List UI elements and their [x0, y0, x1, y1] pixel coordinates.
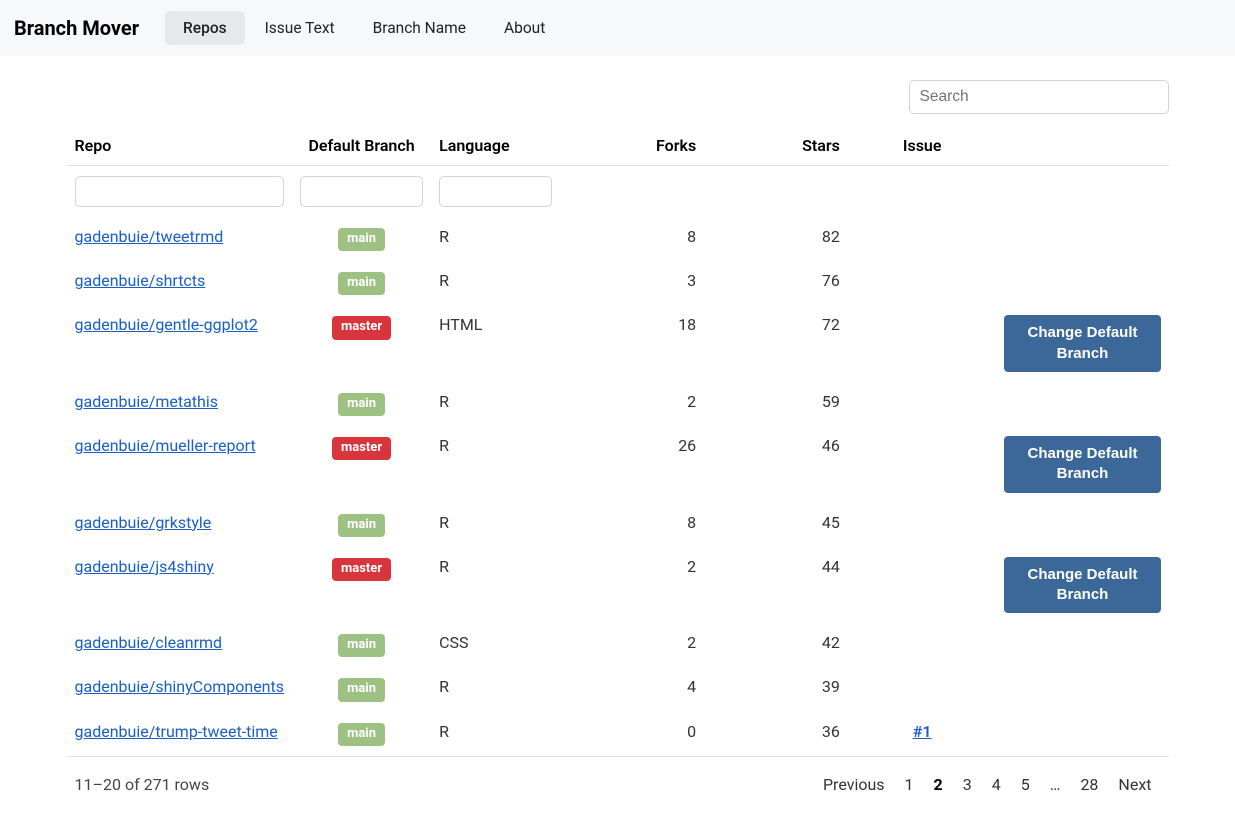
branch-badge: main [338, 634, 385, 657]
page-5[interactable]: 5 [1012, 771, 1039, 798]
repo-link[interactable]: gadenbuie/tweetrmd [75, 227, 224, 246]
change-default-branch-button[interactable]: Change Default Branch [1004, 436, 1160, 493]
stars-cell: 45 [704, 503, 848, 547]
issue-link[interactable]: #1 [913, 722, 932, 741]
table-row: gadenbuie/metathis main R259 [67, 382, 1169, 426]
table-row: gadenbuie/tweetrmd main R882 [67, 217, 1169, 261]
repo-link[interactable]: gadenbuie/shinyComponents [75, 677, 285, 696]
table-row: gadenbuie/shrtcts main R376 [67, 261, 1169, 305]
branch-badge: master [332, 558, 391, 581]
page-2[interactable]: 2 [925, 771, 952, 798]
header-default-branch[interactable]: Default Branch [292, 126, 431, 166]
repo-link[interactable]: gadenbuie/grkstyle [75, 513, 212, 532]
forks-cell: 2 [560, 382, 704, 426]
page-ellipsis: … [1041, 771, 1070, 798]
filter-row [67, 166, 1169, 218]
branch-badge: main [338, 272, 385, 295]
table-row: gadenbuie/mueller-report master R2646 Chang… [67, 426, 1169, 503]
language-cell: HTML [431, 305, 560, 382]
header-language[interactable]: Language [431, 126, 560, 166]
table-row: gadenbuie/cleanrmd main CSS242 [67, 623, 1169, 667]
stars-cell: 72 [704, 305, 848, 382]
language-cell: R [431, 667, 560, 711]
table-footer: 11–20 of 271 rows Previous12345…28Next [67, 756, 1169, 800]
header-stars[interactable]: Stars [704, 126, 848, 166]
language-cell: R [431, 547, 560, 624]
repo-link[interactable]: gadenbuie/js4shiny [75, 557, 214, 576]
header-issue[interactable]: Issue [848, 126, 997, 166]
forks-cell: 4 [560, 667, 704, 711]
language-cell: R [431, 261, 560, 305]
stars-cell: 44 [704, 547, 848, 624]
page-28[interactable]: 28 [1071, 771, 1107, 798]
filter-branch-input[interactable] [300, 176, 423, 207]
repo-link[interactable]: gadenbuie/trump-tweet-time [75, 722, 278, 741]
language-cell: R [431, 217, 560, 261]
table-row: gadenbuie/trump-tweet-time main R036 #1 [67, 712, 1169, 756]
pagination: Previous12345…28Next [814, 771, 1161, 798]
repo-link[interactable]: gadenbuie/gentle-ggplot2 [75, 315, 258, 334]
branch-badge: master [332, 316, 391, 339]
change-default-branch-button[interactable]: Change Default Branch [1004, 315, 1160, 372]
nav-item-issue-text[interactable]: Issue Text [247, 11, 353, 45]
forks-cell: 3 [560, 261, 704, 305]
main-nav: ReposIssue TextBranch NameAbout [165, 11, 563, 45]
filter-language-input[interactable] [439, 176, 552, 207]
branch-badge: main [338, 678, 385, 701]
forks-cell: 8 [560, 503, 704, 547]
forks-cell: 0 [560, 712, 704, 756]
stars-cell: 76 [704, 261, 848, 305]
brand-title: Branch Mover [14, 8, 139, 48]
repos-table: Repo Default Branch Language Forks Stars… [67, 126, 1169, 756]
stars-cell: 36 [704, 712, 848, 756]
stars-cell: 59 [704, 382, 848, 426]
page-3[interactable]: 3 [954, 771, 981, 798]
branch-badge: main [338, 514, 385, 537]
branch-badge: main [338, 393, 385, 416]
header-action [996, 126, 1168, 166]
nav-item-repos[interactable]: Repos [165, 11, 245, 45]
repo-link[interactable]: gadenbuie/metathis [75, 392, 218, 411]
nav-item-branch-name[interactable]: Branch Name [355, 11, 484, 45]
repo-link[interactable]: gadenbuie/mueller-report [75, 436, 256, 455]
search-input[interactable] [909, 80, 1169, 114]
filter-repo-input[interactable] [75, 176, 285, 207]
branch-badge: master [332, 437, 391, 460]
stars-cell: 42 [704, 623, 848, 667]
stars-cell: 46 [704, 426, 848, 503]
branch-badge: main [338, 723, 385, 746]
forks-cell: 2 [560, 623, 704, 667]
page-1[interactable]: 1 [896, 771, 923, 798]
row-summary: 11–20 of 271 rows [75, 775, 210, 794]
stars-cell: 82 [704, 217, 848, 261]
forks-cell: 26 [560, 426, 704, 503]
forks-cell: 18 [560, 305, 704, 382]
table-row: gadenbuie/shinyComponents main R439 [67, 667, 1169, 711]
page-previous[interactable]: Previous [814, 771, 894, 798]
language-cell: CSS [431, 623, 560, 667]
repo-link[interactable]: gadenbuie/shrtcts [75, 271, 206, 290]
nav-item-about[interactable]: About [486, 11, 563, 45]
forks-cell: 2 [560, 547, 704, 624]
header-repo[interactable]: Repo [67, 126, 293, 166]
topbar: Branch Mover ReposIssue TextBranch NameA… [0, 0, 1235, 56]
language-cell: R [431, 503, 560, 547]
main-content: Repo Default Branch Language Forks Stars… [53, 56, 1183, 840]
change-default-branch-button[interactable]: Change Default Branch [1004, 557, 1160, 614]
page-next[interactable]: Next [1109, 771, 1160, 798]
language-cell: R [431, 426, 560, 503]
language-cell: R [431, 712, 560, 756]
table-row: gadenbuie/gentle-ggplot2 master HTML1872 Ch… [67, 305, 1169, 382]
stars-cell: 39 [704, 667, 848, 711]
repo-link[interactable]: gadenbuie/cleanrmd [75, 633, 223, 652]
language-cell: R [431, 382, 560, 426]
header-forks[interactable]: Forks [560, 126, 704, 166]
branch-badge: main [338, 228, 385, 251]
table-row: gadenbuie/js4shiny master R244 Change Defau… [67, 547, 1169, 624]
page-4[interactable]: 4 [983, 771, 1010, 798]
forks-cell: 8 [560, 217, 704, 261]
table-row: gadenbuie/grkstyle main R845 [67, 503, 1169, 547]
